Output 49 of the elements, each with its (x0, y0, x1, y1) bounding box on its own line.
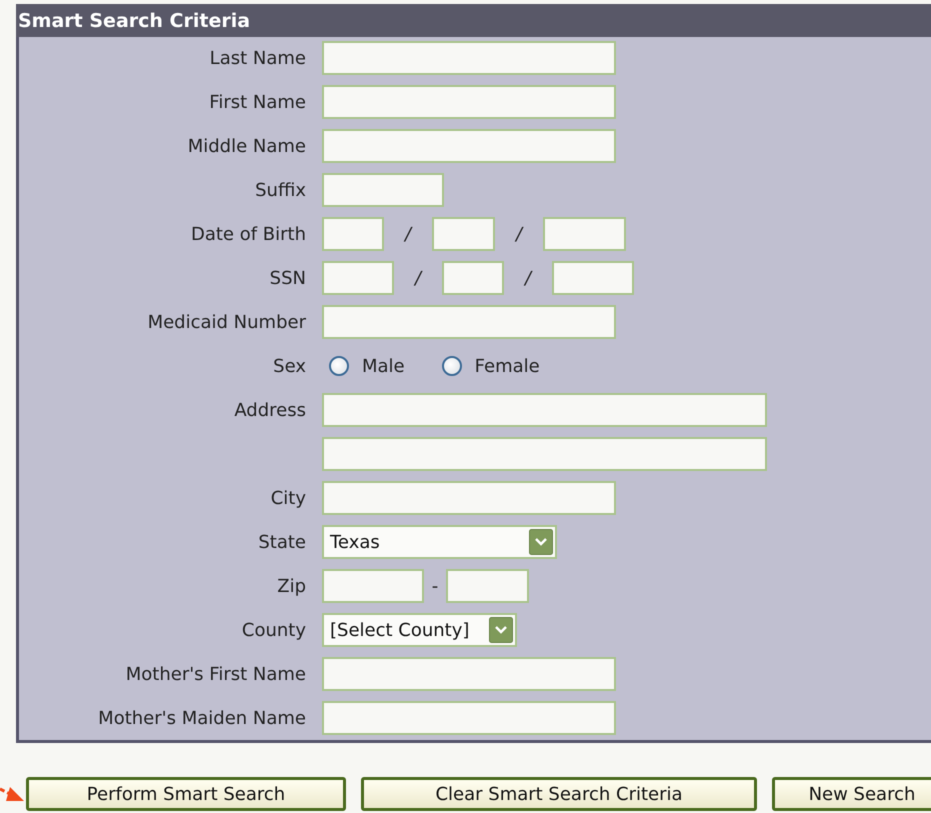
field-label: Mother's Maiden Name (98, 708, 306, 728)
arrow-icon (0, 785, 24, 803)
text-field[interactable] (322, 217, 384, 251)
text-field[interactable] (552, 261, 634, 295)
field-label: Address (234, 400, 306, 420)
radio-button[interactable] (329, 356, 349, 376)
text-field[interactable] (322, 569, 424, 603)
field-label: Sex (273, 356, 306, 376)
text-field[interactable] (322, 657, 616, 691)
text-field[interactable] (322, 393, 767, 427)
text-field[interactable] (442, 261, 504, 295)
text-field[interactable] (446, 569, 529, 603)
radio-label: Female (474, 356, 540, 376)
field-label: First Name (209, 92, 306, 112)
text-field[interactable] (322, 85, 616, 119)
text-field[interactable] (322, 129, 616, 163)
field-label: Last Name (210, 48, 306, 68)
separator: / (402, 224, 414, 244)
dropdown[interactable]: [Select County] (322, 613, 517, 647)
field-label: Medicaid Number (148, 312, 306, 332)
field-label: Middle Name (188, 136, 306, 156)
separator: / (412, 268, 424, 288)
text-field[interactable] (543, 217, 626, 251)
field-label: Mother's First Name (126, 664, 306, 684)
text-field[interactable] (322, 173, 444, 207)
action-button[interactable]: Clear Smart Search Criteria (361, 777, 757, 811)
text-field[interactable] (322, 261, 394, 295)
radio-button[interactable] (442, 356, 462, 376)
text-field[interactable] (322, 305, 616, 339)
text-field[interactable] (432, 217, 495, 251)
field-label: Suffix (255, 180, 306, 200)
text-field[interactable] (322, 437, 767, 471)
dropdown[interactable]: Texas (322, 525, 557, 559)
separator: / (522, 268, 534, 288)
separator: / (514, 224, 524, 244)
text-field[interactable] (322, 41, 616, 75)
field-label: State (258, 532, 306, 552)
field-label: City (270, 488, 306, 508)
field-label: SSN (270, 268, 306, 288)
field-label: Date of Birth (190, 224, 306, 244)
radio-label: Male (362, 356, 405, 376)
text-field[interactable] (322, 701, 616, 735)
action-button[interactable]: Perform Smart Search (26, 777, 346, 811)
action-button[interactable]: New Search (772, 777, 931, 811)
panel-title: Smart Search Criteria (18, 10, 250, 32)
text-field[interactable] (322, 481, 616, 515)
field-label: Zip (277, 576, 306, 596)
separator: - (430, 576, 440, 596)
field-label: County (242, 620, 306, 640)
